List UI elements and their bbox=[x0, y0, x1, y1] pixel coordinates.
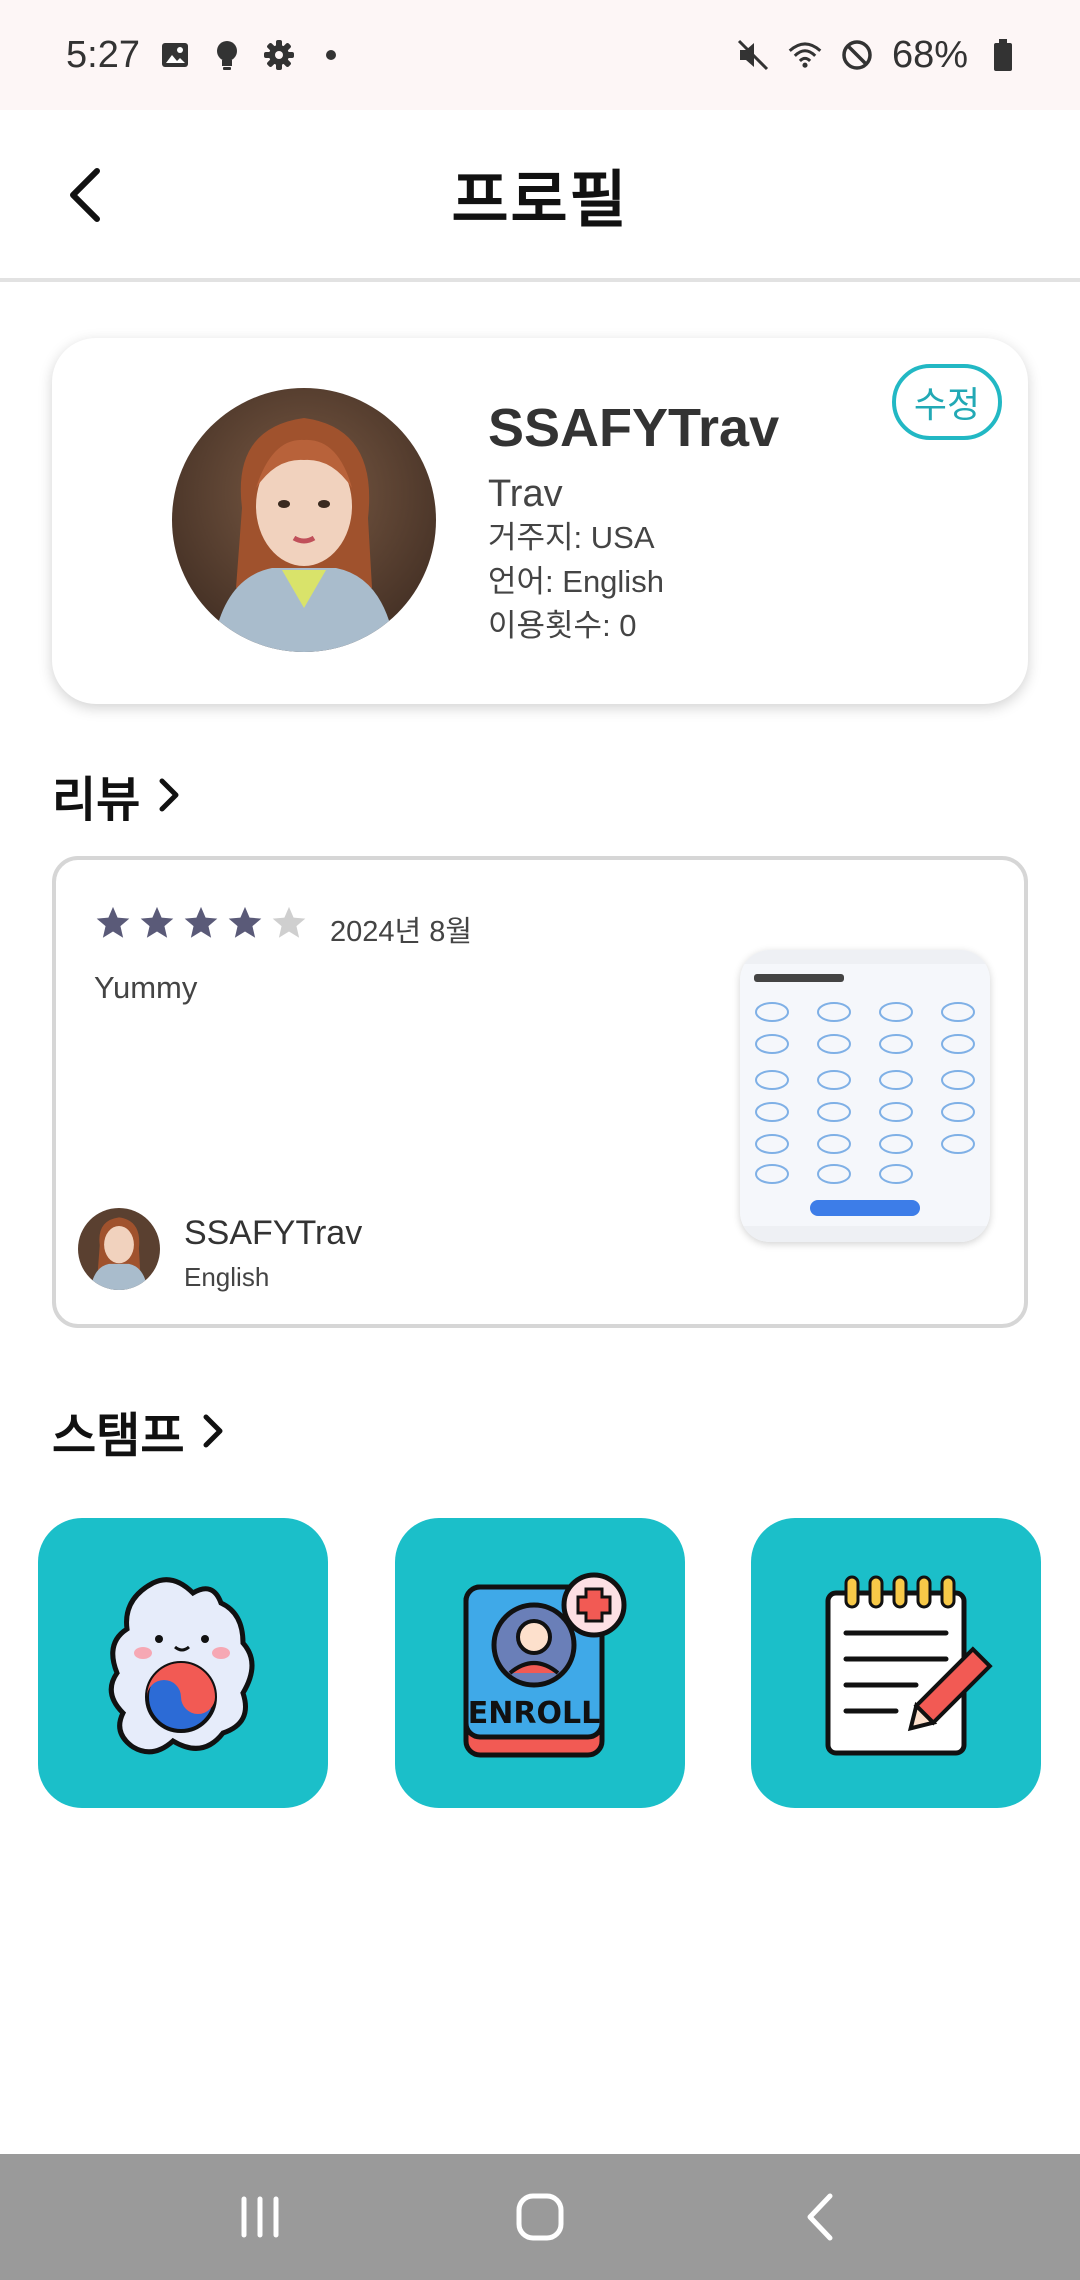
reviews-section-header[interactable]: 리뷰 bbox=[52, 760, 184, 830]
mute-icon bbox=[736, 38, 770, 72]
home-icon bbox=[516, 2193, 564, 2241]
image-icon bbox=[158, 38, 192, 72]
reviews-title: 리뷰 bbox=[52, 774, 141, 827]
stamps-section-header[interactable]: 스탬프 bbox=[52, 1396, 228, 1466]
wifi-icon bbox=[788, 38, 822, 72]
korea-map-icon bbox=[108, 1577, 255, 1755]
stamps-title: 스탬프 bbox=[52, 1410, 185, 1463]
reviewer-name: SSAFYTrav bbox=[184, 1214, 363, 1252]
recent-apps-button[interactable] bbox=[220, 2177, 300, 2257]
star-filled-icon bbox=[96, 906, 130, 938]
review-date: 2024년 8월 bbox=[330, 916, 473, 948]
stamp-enroll[interactable]: ENROLL bbox=[395, 1518, 685, 1808]
edit-profile-button[interactable]: 수정 bbox=[892, 364, 1002, 440]
enroll-label: ENROLL bbox=[468, 1696, 600, 1731]
profile-info: SSAFYTrav Trav 거주지: USA 언어: English 이용횟수… bbox=[488, 396, 779, 648]
app-header: 프로필 bbox=[0, 110, 1080, 282]
profile-nickname: Trav bbox=[488, 473, 563, 515]
star-filled-icon bbox=[228, 906, 262, 938]
stamp-korea[interactable] bbox=[38, 1518, 328, 1808]
enroll-icon: ENROLL bbox=[463, 1572, 627, 1758]
home-button[interactable] bbox=[500, 2177, 580, 2257]
system-nav-bar bbox=[0, 2154, 1080, 2280]
chevron-right-icon bbox=[159, 778, 179, 812]
reviewer-language: English bbox=[184, 1262, 270, 1292]
profile-name: SSAFYTrav bbox=[488, 398, 780, 458]
status-right: 68% bbox=[736, 34, 1020, 77]
back-icon bbox=[807, 2193, 833, 2241]
bulb-icon bbox=[210, 38, 244, 72]
recent-apps-icon bbox=[241, 2196, 279, 2238]
star-empty-icon bbox=[272, 906, 306, 938]
chevron-right-icon bbox=[203, 1414, 223, 1448]
chevron-left-icon bbox=[70, 168, 100, 222]
star-filled-icon bbox=[184, 906, 218, 938]
stamp-notepad[interactable] bbox=[751, 1518, 1041, 1808]
star-filled-icon bbox=[140, 906, 174, 938]
dot-icon bbox=[314, 38, 348, 72]
gear-icon bbox=[262, 38, 296, 72]
review-text: Yummy bbox=[94, 970, 198, 1005]
profile-residence: 거주지: USA bbox=[488, 520, 655, 555]
reviewer-avatar bbox=[78, 1208, 160, 1290]
do-not-disturb-icon bbox=[840, 38, 874, 72]
review-image[interactable] bbox=[740, 950, 990, 1242]
profile-language: 언어: English bbox=[488, 564, 664, 599]
back-button[interactable] bbox=[50, 160, 120, 230]
star-rating bbox=[94, 904, 308, 942]
system-back-button[interactable] bbox=[780, 2177, 860, 2257]
status-time: 5:27 bbox=[66, 33, 140, 76]
notepad-pencil-icon bbox=[825, 1575, 993, 1756]
page-title: 프로필 bbox=[451, 166, 629, 235]
status-bar: 5:27 68% bbox=[0, 0, 1080, 110]
battery-icon bbox=[986, 38, 1020, 72]
status-left: 5:27 bbox=[66, 34, 348, 77]
avatar bbox=[172, 388, 436, 652]
profile-usage-count: 이용횟수: 0 bbox=[488, 608, 637, 643]
profile-card: SSAFYTrav Trav 거주지: USA 언어: English 이용횟수… bbox=[52, 338, 1028, 704]
battery-percent: 68% bbox=[891, 33, 968, 76]
review-card[interactable]: 2024년 8월 Yummy SSAFYTrav English bbox=[52, 856, 1028, 1328]
